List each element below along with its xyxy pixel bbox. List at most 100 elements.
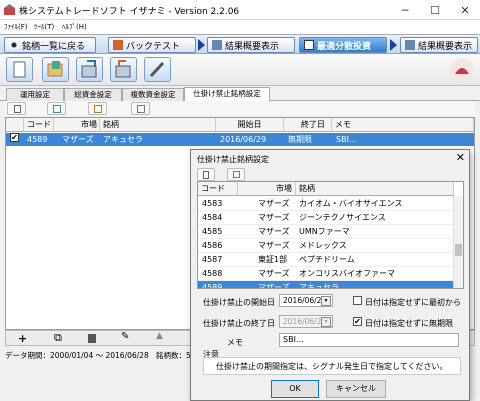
tools-button[interactable]	[144, 57, 171, 82]
menu-tool[interactable]: ﾂｰﾙ(T)	[34, 22, 54, 32]
paste-button[interactable]	[88, 102, 107, 115]
tab-optimize[interactable]: 最適分散投資	[299, 37, 387, 53]
list-item-code: 4589	[202, 283, 223, 289]
tab-backtest[interactable]: バックテスト	[108, 37, 196, 53]
dialog-column-code[interactable]: コード	[198, 182, 238, 196]
list-item-name: アキュセラ	[299, 283, 339, 289]
dialog-column-market[interactable]: 市場	[238, 182, 296, 196]
grid-icon	[304, 40, 314, 50]
column-header-check	[6, 118, 24, 132]
end-date-field[interactable]: 2016/06/29 ▾	[279, 315, 333, 328]
import-button[interactable]	[110, 57, 137, 82]
settings-tabs: 運用設定 総資金設定 複数資金設定 仕掛け禁止銘柄設定	[0, 87, 480, 102]
add-icon[interactable]: +	[18, 332, 27, 345]
delete-icon[interactable]	[88, 334, 96, 343]
note-box: 仕掛け禁止の期間指定は、シグナル発生日で指定してください。	[203, 357, 461, 375]
tab-blocked-stocks[interactable]: 仕掛け禁止銘柄設定	[184, 87, 270, 102]
import-icon	[115, 60, 131, 78]
scrollbar-thumb[interactable]	[455, 244, 462, 256]
wrench-icon	[149, 61, 165, 78]
new-doc-icon	[14, 105, 21, 113]
list-item[interactable]: 4586 マザーズ メドレックス	[198, 239, 454, 253]
back-to-list-label: 銘柄一覧に戻る	[22, 41, 86, 52]
close-button[interactable]: ✕	[450, 0, 480, 20]
list-item-market: マザーズ	[258, 283, 290, 289]
list-item-code: 4584	[202, 213, 223, 222]
list-item[interactable]: 4584 マザーズ ジーンテクノサイエンス	[198, 211, 454, 225]
blocked-stock-dialog: 仕掛け禁止銘柄設定 ✕ コード 市場 銘柄 4583 マザーズ カイオム・バイオサイ…	[190, 149, 470, 401]
list-item[interactable]: 4589 マザーズ アキュセラ	[198, 281, 454, 289]
column-header-name[interactable]: 銘柄	[100, 118, 216, 132]
dialog-new-button[interactable]	[197, 168, 215, 181]
column-header-market[interactable]: 市場	[54, 118, 100, 132]
report-icon	[212, 40, 222, 50]
tab-total-funds[interactable]: 総資金設定	[64, 88, 122, 101]
list-item-market: マザーズ	[258, 213, 290, 222]
column-header-end[interactable]: 終了日	[284, 118, 332, 132]
end-date-label: 仕掛け禁止の終了日	[203, 319, 275, 328]
tab-optimize-label: 最適分散投資	[317, 41, 372, 52]
list-item-name: UMNファーマ	[299, 227, 350, 236]
ok-button[interactable]: OK	[271, 380, 319, 398]
memo-input[interactable]: SBI…	[279, 333, 459, 347]
list-item-name: オンコリスバイオファーマ	[299, 269, 395, 278]
list-item-code: 4585	[202, 227, 223, 236]
open-button[interactable]	[42, 57, 69, 82]
list-item[interactable]: 4588 マザーズ オンコリスバイオファーマ	[198, 267, 454, 281]
minimize-button[interactable]: ─	[390, 0, 420, 20]
list-item[interactable]: 4585 マザーズ UMNファーマ	[198, 225, 454, 239]
calendar-icon[interactable]: ▾	[321, 296, 331, 306]
row-market: マザーズ	[62, 135, 94, 144]
menu-file[interactable]: ﾌｧｲﾙ(F)	[4, 22, 28, 32]
table-row[interactable]: ✔ 4589 マザーズ アキュセラ 2016/06/29 無期限 SBI…	[6, 133, 474, 146]
move-up-icon[interactable]: ▲	[156, 331, 163, 341]
edit-button[interactable]	[131, 102, 150, 115]
stock-list: コード 市場 銘柄 4583 マザーズ カイオム・バイオサイエンス 4584 マザーズジ…	[197, 181, 464, 289]
calendar-icon[interactable]: ▾	[321, 317, 331, 327]
tab-multi-funds[interactable]: 複数資金設定	[122, 88, 184, 101]
end-unspecified-checkbox[interactable]: ✔	[353, 317, 362, 326]
app-icon	[4, 4, 15, 15]
start-unspecified-checkbox[interactable]	[353, 296, 362, 305]
list-item-market: マザーズ	[258, 269, 290, 278]
list-item-code: 4583	[202, 199, 223, 208]
menu-help[interactable]: ﾍﾙﾌﾟ(H)	[62, 22, 87, 32]
column-header-code[interactable]: コード	[24, 118, 54, 132]
row-checkbox[interactable]: ✔	[10, 133, 19, 142]
dialog-copy-button[interactable]	[227, 168, 245, 181]
list-item-market: 東証1部	[258, 255, 288, 264]
back-to-list-button[interactable]: 銘柄一覧に戻る	[4, 37, 96, 53]
arrow-right-icon	[198, 39, 205, 51]
menu-bar: ﾌｧｲﾙ(F) ﾂｰﾙ(T) ﾍﾙﾌﾟ(H)	[0, 20, 480, 34]
list-item-market: マザーズ	[258, 241, 290, 250]
stock-count: 銘柄数：5	[156, 351, 191, 360]
tab-result-summary-1[interactable]: 結果概要表示	[207, 37, 295, 53]
list-scrollbar[interactable]	[453, 196, 463, 288]
start-date-field[interactable]: 2016/06/29 ▾	[279, 294, 333, 307]
list-item-code: 4587	[202, 255, 223, 264]
export-button[interactable]	[76, 57, 103, 82]
list-item[interactable]: 4583 マザーズ カイオム・バイオサイエンス	[198, 197, 454, 211]
pencil-icon[interactable]: ✎	[121, 331, 129, 342]
row-end: 無期限	[288, 135, 312, 144]
list-item[interactable]: 4587 東証1部 ペプチドリーム	[198, 253, 454, 267]
tab-operation-settings[interactable]: 運用設定	[6, 88, 64, 101]
new-entry-button[interactable]	[7, 102, 26, 115]
copy-button[interactable]	[47, 102, 66, 115]
maximize-button[interactable]: ☐	[420, 0, 450, 20]
dialog-column-name[interactable]: 銘柄	[296, 182, 454, 196]
list-toolbar	[5, 101, 475, 116]
list-item-code: 4586	[202, 241, 223, 250]
tab-result-summary-2[interactable]: 結果概要表示	[400, 37, 478, 53]
new-file-button[interactable]	[6, 57, 33, 82]
dialog-title: 仕掛け禁止銘柄設定	[197, 155, 269, 164]
cancel-button[interactable]: キャンセル	[326, 380, 386, 398]
column-header-memo[interactable]: メモ	[332, 118, 474, 132]
window-title: 株システムトレードソフト イザナミ - Version 2.2.06	[19, 7, 240, 17]
column-header-start[interactable]: 開始日	[216, 118, 284, 132]
row-memo: SBI…	[336, 135, 357, 144]
copy-row-icon[interactable]: ⧉	[54, 331, 62, 345]
row-code: 4589	[27, 135, 48, 144]
dialog-close-button[interactable]: ✕	[456, 151, 465, 164]
row-name: アキュセラ	[103, 135, 143, 144]
